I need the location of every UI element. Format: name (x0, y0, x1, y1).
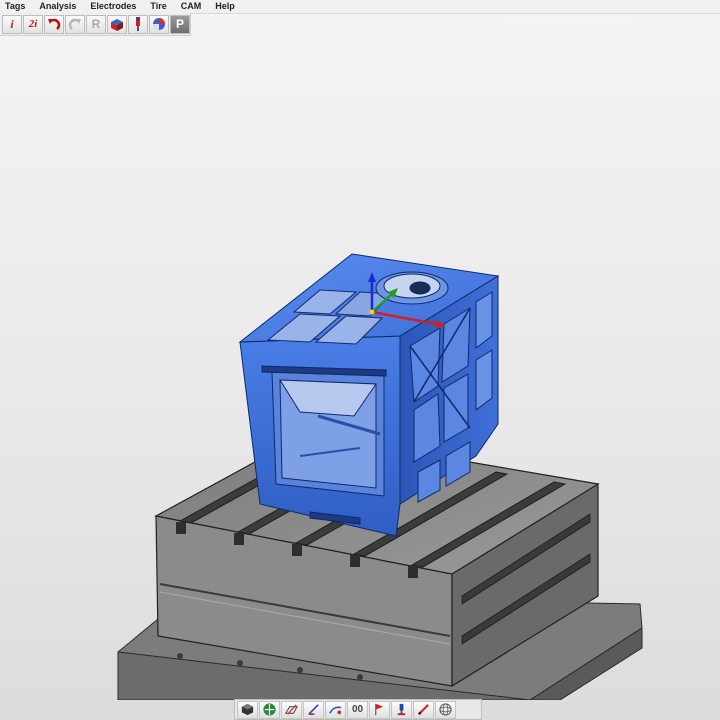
axis-icon[interactable] (303, 700, 324, 719)
sphere-icon[interactable] (435, 700, 456, 719)
menu-tags[interactable]: Tags (0, 0, 32, 13)
2i-icon[interactable]: 2i (23, 14, 43, 34)
globe-icon[interactable] (259, 700, 280, 719)
shade-icon[interactable] (237, 700, 258, 719)
i-icon[interactable]: i (2, 14, 22, 34)
menu-bar: Tags Analysis Electrodes Tire CAM Help (0, 0, 720, 14)
menu-cam[interactable]: CAM (174, 0, 209, 13)
solid-box-icon[interactable] (107, 14, 127, 34)
plane-icon[interactable] (281, 700, 302, 719)
r-icon-label: R (91, 17, 101, 31)
menu-electrodes[interactable]: Electrodes (83, 0, 143, 13)
flag-icon[interactable] (369, 700, 390, 719)
menu-help[interactable]: Help (208, 0, 242, 13)
oo-icon[interactable]: 00 (347, 700, 368, 719)
3d-viewport[interactable] (0, 36, 720, 700)
2i-icon-label: 2i (28, 18, 38, 30)
redo-icon[interactable] (65, 14, 85, 34)
menu-analysis[interactable]: Analysis (32, 0, 83, 13)
main-toolbar: i 2i R P (0, 13, 191, 36)
p-icon[interactable]: P (170, 14, 190, 34)
tag-pin-icon[interactable] (128, 14, 148, 34)
sketch-icon[interactable] (325, 700, 346, 719)
undo-icon[interactable] (44, 14, 64, 34)
oo-icon-label: 00 (351, 704, 364, 715)
viewport-canvas[interactable] (0, 36, 720, 700)
pin-icon[interactable] (391, 700, 412, 719)
p-icon-label: P (175, 17, 184, 31)
view-toolbar: 00 (234, 699, 482, 720)
pencil-icon[interactable] (413, 700, 434, 719)
render-icon[interactable] (149, 14, 169, 34)
redo-r-icon[interactable]: R (86, 14, 106, 34)
i-icon-label: i (10, 16, 14, 31)
menu-tire[interactable]: Tire (143, 0, 173, 13)
